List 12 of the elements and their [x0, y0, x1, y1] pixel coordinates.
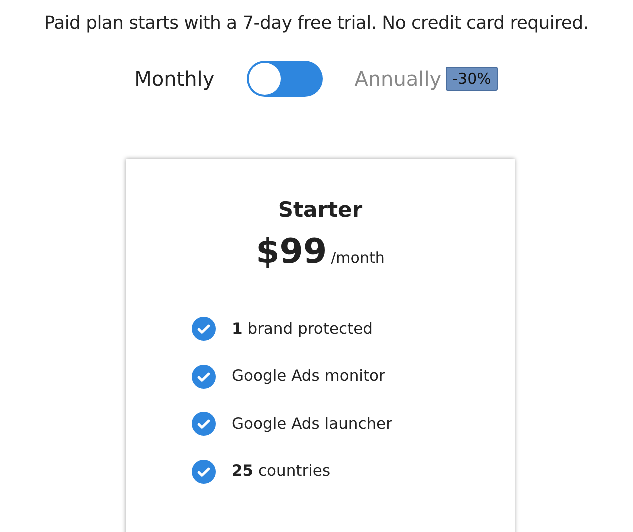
plan-name: Starter	[277, 197, 364, 224]
price-period: /month	[331, 248, 385, 268]
plan-price: $99	[256, 230, 328, 274]
feature-text: Google Ads monitor	[232, 366, 386, 388]
feature-text: 25 countries	[232, 461, 331, 482]
feature-text: 1 brand protected	[232, 318, 373, 340]
monthly-label: Monthly	[134, 66, 215, 93]
intro-text: Paid plan starts with a 7-day free trial. No credit card required.	[43, 12, 590, 36]
annually-label: Annually	[354, 66, 442, 93]
discount-badge: -30%	[446, 66, 498, 92]
feature-text: Google Ads launcher	[232, 414, 392, 435]
billing-toggle[interactable]	[246, 61, 323, 97]
